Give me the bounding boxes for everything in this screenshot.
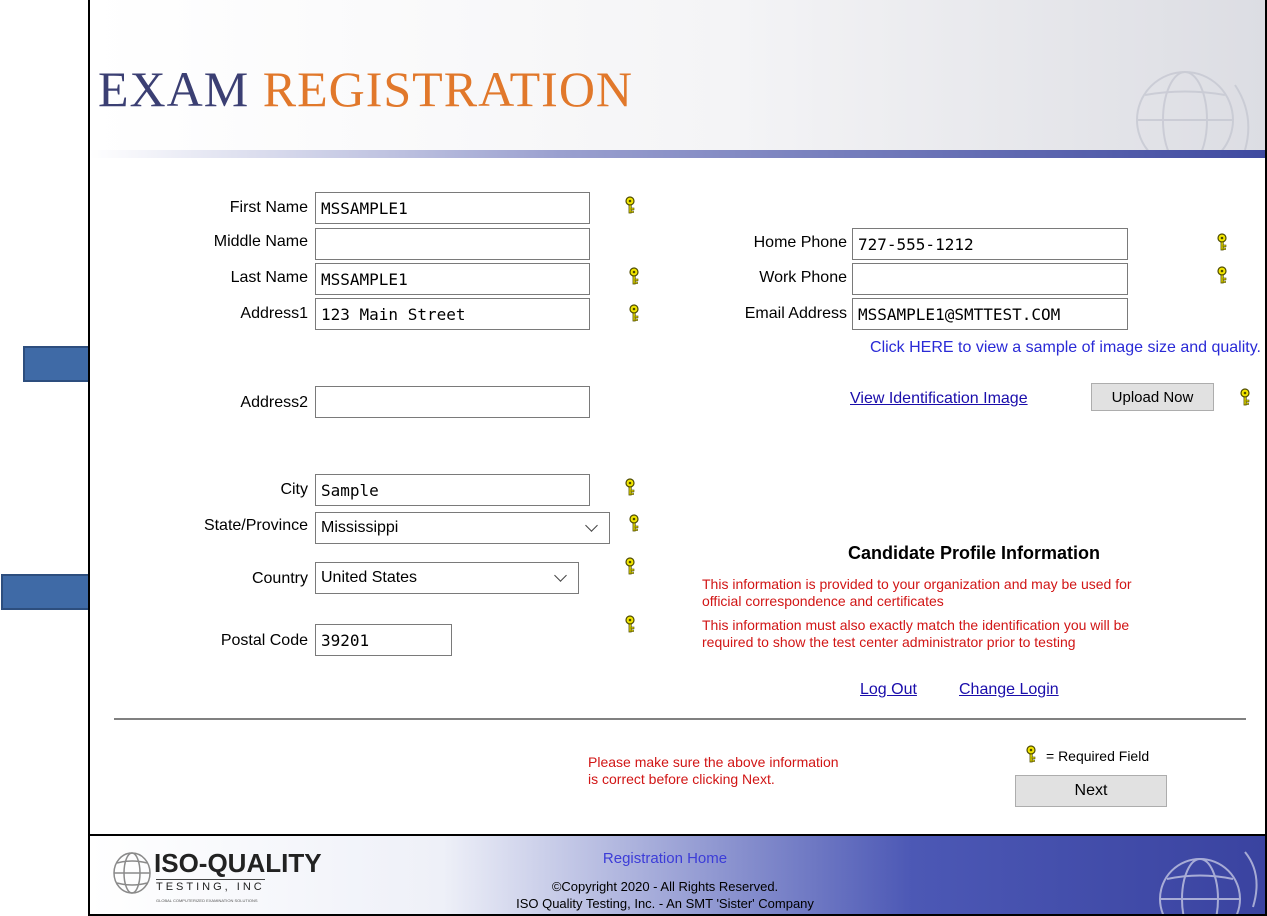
- view-identification-image-link[interactable]: View Identification Image: [850, 390, 1028, 408]
- first-name-label: First Name: [229, 199, 308, 216]
- state-label: State/Province: [203, 517, 308, 534]
- country-select[interactable]: United States: [315, 562, 579, 594]
- work-phone-field[interactable]: [852, 263, 1128, 295]
- header-rule: [90, 150, 1265, 158]
- globe-icon: [1136, 71, 1250, 150]
- email-label: Email Address: [744, 305, 847, 322]
- change-login-link[interactable]: Change Login: [959, 681, 1059, 699]
- footer-logo-sub: TESTING, INC: [156, 879, 265, 893]
- key-icon: [1214, 266, 1230, 284]
- profile-heading: Candidate Profile Information: [847, 543, 1101, 563]
- last-name-label: Last Name: [230, 269, 308, 286]
- page-frame: EXAM REGISTRATION First Name Middle Name…: [88, 0, 1267, 916]
- footer-logo-main: ISO-QUALITY: [154, 848, 322, 878]
- address1-label: Address1: [240, 305, 308, 322]
- key-icon: [626, 514, 642, 532]
- key-icon: [1023, 745, 1039, 763]
- key-icon: [622, 615, 638, 633]
- profile-note-4: required to show the test center adminis…: [702, 634, 1076, 650]
- chevron-down-icon: [585, 519, 598, 532]
- key-icon: [1214, 233, 1230, 251]
- state-select-value: Mississippi: [321, 519, 399, 536]
- key-icon: [626, 267, 642, 285]
- address2-label: Address2: [240, 394, 308, 411]
- globe-icon: [113, 852, 151, 894]
- key-icon: [1237, 388, 1253, 406]
- footer-logo-tagline: GLOBAL COMPUTERIZED EXAMINATION SOLUTION…: [156, 898, 258, 903]
- profile-note-1: This information is provided to your org…: [702, 576, 1132, 592]
- first-name-field[interactable]: [315, 192, 590, 224]
- page-title: EXAM REGISTRATION: [98, 60, 633, 118]
- key-icon: [622, 196, 638, 214]
- city-field[interactable]: [315, 474, 590, 506]
- footer-copyright: ©Copyright 2020 - All Rights Reserved.: [551, 879, 779, 894]
- country-select-value: United States: [321, 569, 418, 586]
- chevron-down-icon: [554, 569, 567, 582]
- warning-line-2: is correct before clicking Next.: [588, 771, 775, 787]
- footer-company: ISO Quality Testing, Inc. - An SMT 'Sist…: [516, 896, 814, 911]
- home-phone-field[interactable]: [852, 228, 1128, 260]
- title-part-registration: REGISTRATION: [262, 61, 634, 117]
- key-icon: [626, 304, 642, 322]
- middle-name-label: Middle Name: [213, 233, 308, 250]
- address2-field[interactable]: [315, 386, 590, 418]
- home-phone-label: Home Phone: [753, 234, 847, 251]
- key-icon: [622, 478, 638, 496]
- page-header: EXAM REGISTRATION: [90, 0, 1265, 158]
- profile-note-2: official correspondence and certificates: [702, 593, 944, 609]
- page-footer: ISO-QUALITY TESTING, INC GLOBAL COMPUTER…: [90, 836, 1265, 914]
- city-label: City: [280, 481, 308, 498]
- log-out-link[interactable]: Log Out: [860, 681, 917, 699]
- email-field[interactable]: [852, 298, 1128, 330]
- section-divider: [114, 718, 1246, 720]
- postal-code-label: Postal Code: [220, 632, 308, 649]
- key-icon: [622, 557, 638, 575]
- profile-note-3: This information must also exactly match…: [702, 617, 1130, 633]
- sample-image-link[interactable]: Click HERE to view a sample of image siz…: [730, 339, 1261, 357]
- globe-icon: [1159, 851, 1258, 914]
- registration-home-link[interactable]: Registration Home: [340, 850, 990, 867]
- country-label: Country: [251, 570, 308, 587]
- last-name-field[interactable]: [315, 263, 590, 295]
- upload-now-button[interactable]: Upload Now: [1091, 383, 1214, 411]
- middle-name-field[interactable]: [315, 228, 590, 260]
- title-part-exam: EXAM: [98, 61, 250, 117]
- next-button[interactable]: Next: [1015, 775, 1167, 807]
- required-field-legend: = Required Field: [1046, 748, 1150, 764]
- work-phone-label: Work Phone: [759, 269, 847, 286]
- state-select[interactable]: Mississippi: [315, 512, 610, 544]
- postal-code-field[interactable]: [315, 624, 452, 656]
- warning-line-1: Please make sure the above information: [588, 754, 839, 770]
- address1-field[interactable]: [315, 298, 590, 330]
